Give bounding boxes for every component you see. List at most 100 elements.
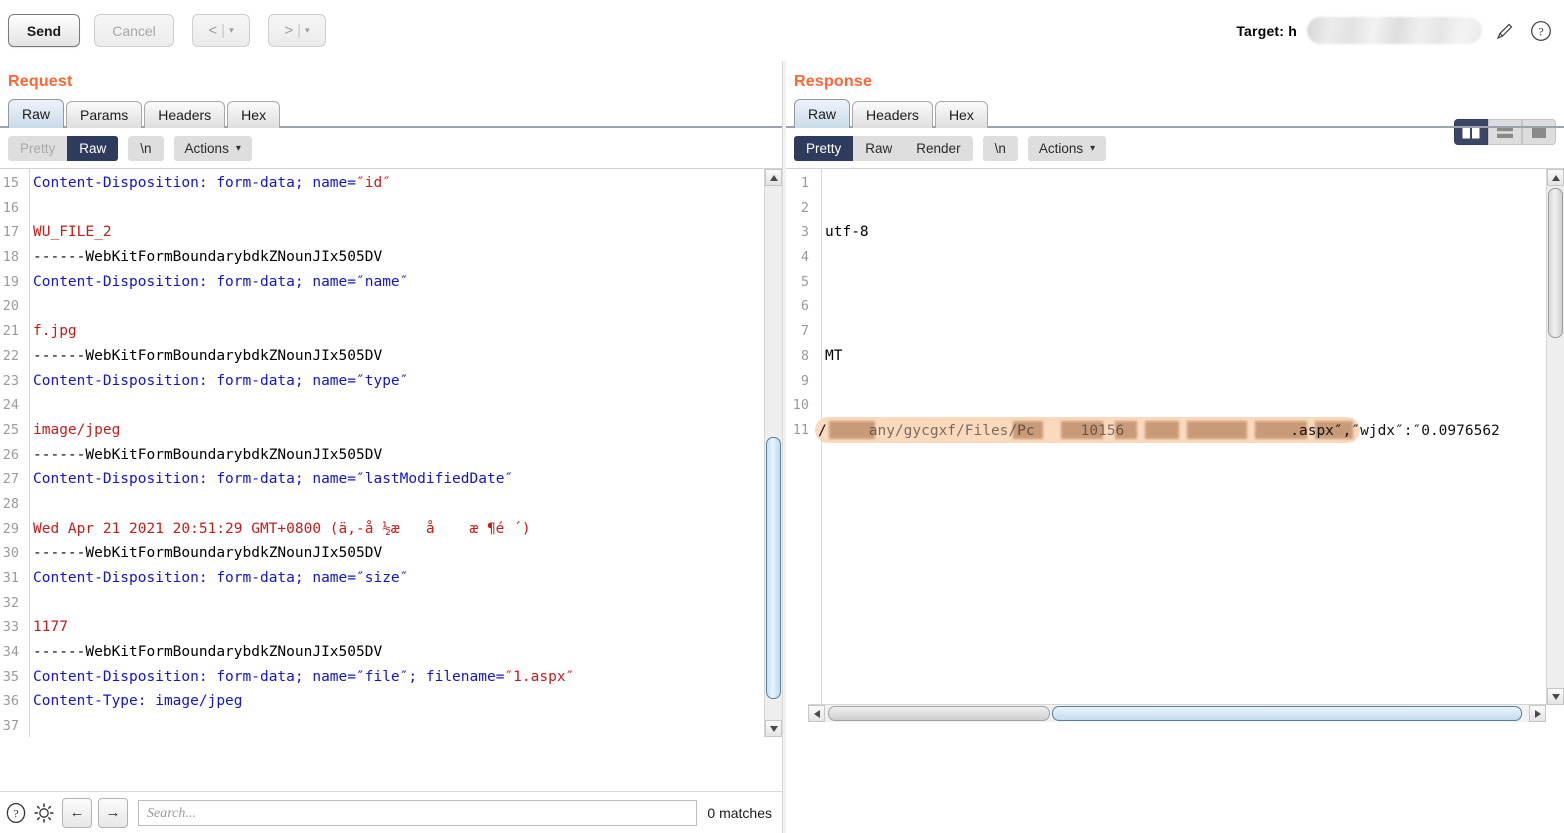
scroll-thumb[interactable] bbox=[1548, 188, 1563, 338]
response-tab-raw[interactable]: Raw bbox=[794, 99, 851, 128]
code-line[interactable] bbox=[33, 393, 574, 418]
code-line[interactable]: 1177 bbox=[33, 615, 574, 640]
scroll-track-left[interactable] bbox=[828, 706, 1050, 721]
code-line[interactable] bbox=[825, 294, 869, 319]
scroll-down-button[interactable] bbox=[1547, 688, 1564, 705]
next-request-button[interactable]: > | ▾ bbox=[268, 14, 326, 47]
request-view-pretty[interactable]: Pretty bbox=[8, 136, 67, 161]
scroll-right-button[interactable] bbox=[1529, 705, 1546, 722]
response-newline-toggle[interactable]: \n bbox=[982, 135, 1018, 161]
search-forward-button[interactable]: → bbox=[98, 797, 128, 828]
response-editor[interactable]: 1 2 3 4 5 6 7 8 9 10 11 utf-8 MT / any/gycgxf/Files… bbox=[786, 169, 1564, 722]
code-line[interactable]: ------WebKitFormBoundarybdkZNounJIx505DV bbox=[33, 344, 574, 369]
response-tab-headers[interactable]: Headers bbox=[852, 101, 933, 128]
code-token: f.jpg bbox=[33, 323, 77, 340]
line-number: 31 bbox=[2, 570, 19, 586]
gear-icon[interactable] bbox=[32, 801, 56, 825]
code-token: ″id″ bbox=[356, 175, 391, 191]
code-line[interactable]: ------WebKitFormBoundarybdkZNounJIx505DV bbox=[33, 541, 574, 566]
code-token: 1177 bbox=[33, 619, 68, 636]
line-number: 30 bbox=[2, 545, 19, 562]
request-view-raw[interactable]: Raw bbox=[67, 135, 119, 161]
scroll-thumb[interactable] bbox=[766, 437, 781, 699]
scroll-up-button[interactable] bbox=[1547, 169, 1564, 186]
code-line[interactable]: Content-Disposition: form-data; name=″si… bbox=[33, 566, 574, 591]
request-line-numbers: 15 16 17 18 19 20 21 22 23 24 25 26 27 28 29 30 31 32 33 34… bbox=[0, 169, 22, 737]
response-line-11[interactable]: / any/gycgxf/Files/Pc 10156 .aspx″,″wjdx″:″… bbox=[818, 419, 1500, 444]
question-circle-icon[interactable]: ? bbox=[4, 801, 28, 825]
line-number: 20 bbox=[2, 298, 19, 315]
response-view-raw[interactable]: Raw bbox=[853, 136, 904, 161]
code-line[interactable]: ------WebKitFormBoundarybdkZNounJIx505DV bbox=[33, 245, 574, 270]
line-number: 17 bbox=[2, 224, 19, 241]
code-line[interactable] bbox=[33, 196, 574, 221]
search-back-button[interactable]: ← bbox=[62, 797, 92, 828]
send-button[interactable]: Send bbox=[8, 14, 80, 47]
code-line[interactable] bbox=[33, 294, 574, 319]
response-panel: Response Raw Headers Hex Pretty Raw Rend… bbox=[786, 61, 1564, 833]
code-line[interactable] bbox=[825, 393, 869, 418]
code-line[interactable]: Wed Apr 21 2021 20:51:29 GMT+0800 (ä,-å … bbox=[33, 517, 574, 542]
pencil-icon[interactable] bbox=[1492, 18, 1518, 44]
chevron-down-icon[interactable]: ▾ bbox=[229, 25, 234, 36]
code-line[interactable] bbox=[825, 245, 869, 270]
prev-request-button[interactable]: < | ▾ bbox=[192, 14, 250, 47]
code-line[interactable] bbox=[33, 492, 574, 517]
code-line[interactable]: utf-8 bbox=[825, 220, 869, 245]
line-number: 4 bbox=[800, 249, 809, 266]
code-line[interactable]: Content-Disposition: form-data; name=″na… bbox=[33, 270, 574, 295]
code-token: ″1.aspx″ bbox=[504, 668, 575, 685]
request-view-mode-group: Pretty Raw bbox=[8, 135, 119, 161]
top-toolbar: Send Cancel < | ▾ > | ▾ Target: h ? bbox=[0, 0, 1564, 62]
code-token: ------WebKitFormBoundarybdkZNounJIx505DV bbox=[33, 545, 383, 562]
code-token: Content-Disposition: form-data; name= bbox=[33, 471, 357, 488]
code-line[interactable]: Content-Type: image/jpeg bbox=[33, 689, 574, 714]
request-newline-toggle[interactable]: \n bbox=[128, 135, 164, 161]
response-text[interactable]: utf-8 MT bbox=[825, 171, 869, 418]
request-search-input[interactable]: Search... bbox=[138, 799, 698, 826]
request-tab-params[interactable]: Params bbox=[66, 101, 143, 128]
code-line[interactable]: WU_FILE_2 bbox=[33, 220, 574, 245]
request-text[interactable]: Content-Disposition: form-data; name= ″id… bbox=[33, 171, 574, 737]
code-line[interactable]: ------WebKitFormBoundarybdkZNounJIx505DV bbox=[33, 640, 574, 665]
code-line[interactable]: MT bbox=[825, 344, 869, 369]
code-line[interactable]: Content-Disposition: form-data; name=″fi… bbox=[33, 665, 574, 690]
response-vertical-scrollbar[interactable] bbox=[1546, 169, 1564, 705]
response-view-pretty[interactable]: Pretty bbox=[794, 135, 854, 161]
code-line[interactable]: Content-Disposition: form-data; name=″ty… bbox=[33, 369, 574, 394]
response-path-fragment: 10156 bbox=[1080, 423, 1125, 439]
code-line[interactable] bbox=[825, 171, 869, 196]
request-actions-button[interactable]: Actions ▾ bbox=[173, 135, 252, 161]
request-tab-hex[interactable]: Hex bbox=[227, 101, 281, 128]
code-line[interactable] bbox=[33, 714, 574, 737]
line-number: 2 bbox=[800, 199, 809, 216]
code-line[interactable]: image/jpeg bbox=[33, 418, 574, 443]
scroll-down-button[interactable] bbox=[765, 720, 782, 737]
code-line[interactable] bbox=[825, 270, 869, 295]
code-line[interactable] bbox=[33, 591, 574, 616]
response-tab-hex[interactable]: Hex bbox=[934, 101, 988, 128]
code-line[interactable]: ------WebKitFormBoundarybdkZNounJIx505DV bbox=[33, 443, 574, 468]
scroll-up-button[interactable] bbox=[765, 169, 782, 186]
response-view-render[interactable]: Render bbox=[904, 136, 972, 161]
response-actions-button[interactable]: Actions ▾ bbox=[1027, 135, 1107, 161]
code-line[interactable] bbox=[825, 196, 869, 221]
request-vertical-scrollbar[interactable] bbox=[764, 169, 782, 737]
question-circle-icon[interactable]: ? bbox=[1528, 18, 1554, 44]
line-number: 9 bbox=[800, 372, 809, 389]
code-line[interactable] bbox=[825, 319, 869, 344]
code-line[interactable]: f.jpg bbox=[33, 319, 574, 344]
scroll-left-button[interactable] bbox=[808, 705, 825, 722]
request-tab-headers[interactable]: Headers bbox=[144, 101, 226, 128]
scroll-thumb[interactable] bbox=[1052, 706, 1522, 721]
code-line[interactable] bbox=[825, 369, 869, 394]
code-line[interactable]: Content-Disposition: form-data; name=″la… bbox=[33, 467, 574, 492]
request-tab-raw[interactable]: Raw bbox=[8, 99, 65, 128]
response-horizontal-scrollbar[interactable] bbox=[808, 704, 1546, 722]
chevron-down-icon[interactable]: ▾ bbox=[305, 25, 310, 36]
request-editor[interactable]: 15 16 17 18 19 20 21 22 23 24 25 26 27 28 29 30 31 32 33 34… bbox=[0, 169, 782, 737]
code-token: ------WebKitFormBoundarybdkZNounJIx505DV bbox=[33, 446, 383, 463]
response-line-numbers: 1 2 3 4 5 6 7 8 9 10 11 bbox=[786, 169, 812, 443]
code-line[interactable]: Content-Disposition: form-data; name=″id… bbox=[33, 171, 574, 196]
line-number: 36 bbox=[2, 693, 19, 710]
